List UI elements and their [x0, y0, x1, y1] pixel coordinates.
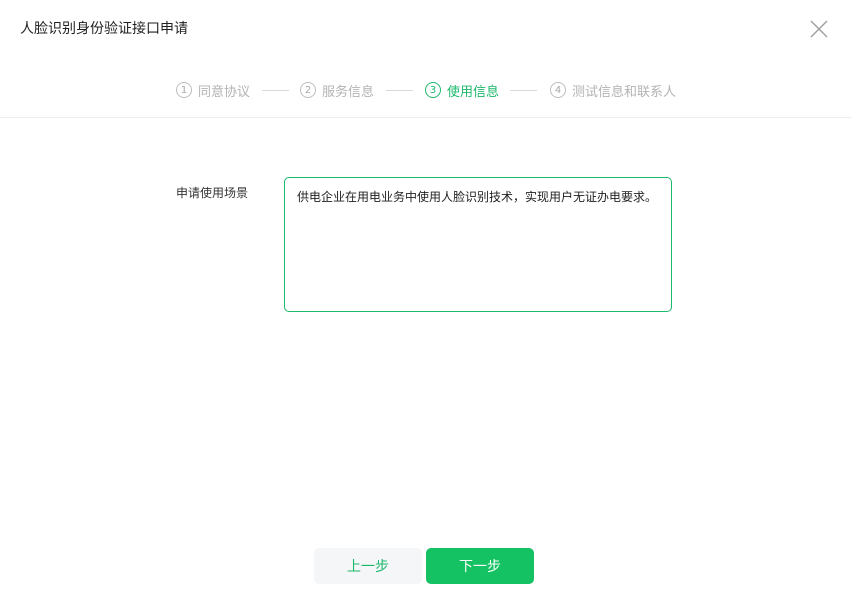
step-indicator: 1 同意协议 2 服务信息 3 使用信息 4 测试信息和联系人: [0, 79, 851, 101]
step-label: 测试信息和联系人: [572, 84, 677, 100]
scene-label: 申请使用场景: [176, 186, 249, 200]
step-number: 4: [550, 82, 566, 98]
step-connector: [262, 90, 289, 91]
header-divider: [0, 117, 851, 118]
dialog: 人脸识别身份验证接口申请 1 同意协议 2 服务信息 3 使用信息 4 测试信息…: [0, 0, 851, 615]
step-connector: [386, 90, 413, 91]
step-test-contact: 4 测试信息和联系人: [550, 79, 676, 101]
close-button[interactable]: [809, 19, 829, 39]
step-service: 2 服务信息: [300, 79, 374, 101]
step-number: 3: [425, 82, 441, 98]
step-connector: [510, 90, 537, 91]
step-number: 2: [300, 82, 316, 98]
next-step-button[interactable]: 下一步: [426, 548, 534, 584]
scene-textarea[interactable]: 供电企业在用电业务中使用人脸识别技术，实现用户无证办电要求。: [284, 177, 672, 312]
step-number: 1: [176, 82, 192, 98]
prev-step-button[interactable]: 上一步: [314, 548, 422, 584]
close-icon: [810, 20, 828, 38]
step-label: 使用信息: [447, 84, 500, 100]
step-agree: 1 同意协议: [176, 79, 250, 101]
dialog-title: 人脸识别身份验证接口申请: [20, 21, 188, 37]
step-usage: 3 使用信息: [425, 79, 499, 101]
step-label: 同意协议: [198, 84, 251, 100]
step-label: 服务信息: [322, 84, 375, 100]
